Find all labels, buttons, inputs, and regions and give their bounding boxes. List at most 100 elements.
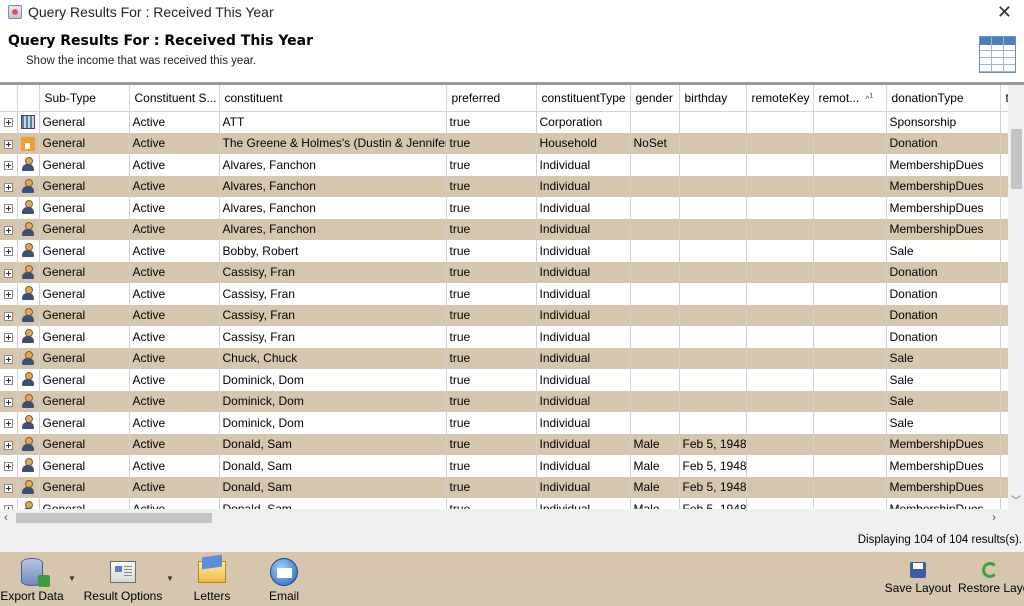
restore-layout-button[interactable]: Restore Layo — [956, 552, 1024, 606]
table-row[interactable]: General Active Bobby, Robert true Individual… — [0, 240, 1008, 262]
cell-sub-type: General — [39, 433, 130, 455]
table-row[interactable]: General Active Alvares, Fanchon true Individ… — [0, 154, 1008, 176]
table-row[interactable]: General Active Chuck, Chuck true Individual S… — [0, 347, 1008, 369]
cell-constituent: Bobby, Robert — [219, 240, 447, 262]
expand-cell[interactable] — [0, 433, 18, 455]
expand-plus-icon[interactable] — [3, 462, 13, 472]
expand-cell[interactable] — [0, 347, 18, 369]
column-header-constituent-status[interactable]: Constituent S... — [129, 85, 220, 112]
table-row[interactable]: General Active Cassisy, Fran true Individual… — [0, 261, 1008, 283]
expand-plus-icon[interactable] — [3, 354, 13, 364]
table-row[interactable]: General Active Dominick, Dom true Individual… — [0, 369, 1008, 391]
expand-plus-icon[interactable] — [3, 311, 13, 321]
table-row[interactable]: General Active Donald, Sam true Individual Ma… — [0, 498, 1008, 509]
expand-plus-icon[interactable] — [3, 204, 13, 214]
expand-cell[interactable] — [0, 111, 18, 133]
table-row[interactable]: General Active Donald, Sam true Individual Ma… — [0, 455, 1008, 477]
cell-remot — [813, 111, 887, 133]
column-header-birthday[interactable]: birthday — [679, 85, 747, 112]
cell-gender — [630, 369, 680, 391]
expand-cell[interactable] — [0, 283, 18, 305]
email-button[interactable]: Email — [260, 552, 308, 606]
export-dropdown-icon[interactable]: ▼ — [68, 574, 76, 583]
column-header-t[interactable]: t — [1000, 85, 1008, 112]
letters-button[interactable]: Letters — [186, 552, 238, 606]
expand-cell[interactable] — [0, 476, 18, 498]
horizontal-scroll-thumb[interactable] — [16, 513, 212, 523]
expand-cell[interactable] — [0, 455, 18, 477]
expand-plus-icon[interactable] — [3, 419, 13, 429]
cell-remot — [813, 283, 887, 305]
table-row[interactable]: General Active Alvares, Fanchon true Individ… — [0, 218, 1008, 240]
scroll-down-icon[interactable]: ﹀ — [1011, 492, 1021, 507]
cell-preferred: true — [446, 369, 537, 391]
cell-remot — [813, 154, 887, 176]
cell-donation-type: MembershipDues — [886, 433, 1001, 455]
table-row[interactable]: General Active Cassisy, Fran true Individual… — [0, 326, 1008, 348]
cell-birthday — [679, 390, 747, 412]
expand-plus-icon[interactable] — [3, 118, 13, 128]
type-icon-cell — [17, 390, 40, 412]
column-header-gender[interactable]: gender — [630, 85, 680, 112]
expand-plus-icon[interactable] — [3, 440, 13, 450]
table-row[interactable]: General Active Donald, Sam true Individual Ma… — [0, 433, 1008, 455]
expand-cell[interactable] — [0, 412, 18, 434]
expand-cell[interactable] — [0, 132, 18, 154]
type-icon-cell — [17, 369, 40, 391]
expand-cell[interactable] — [0, 326, 18, 348]
expand-cell[interactable] — [0, 218, 18, 240]
expand-plus-icon[interactable] — [3, 182, 13, 192]
result-options-dropdown-icon[interactable]: ▼ — [166, 574, 174, 583]
result-options-button[interactable]: Result Options — [80, 552, 166, 606]
vertical-scrollbar[interactable]: ﹀ — [1008, 85, 1024, 509]
table-row[interactable]: General Active Cassisy, Fran true Individual… — [0, 304, 1008, 326]
expand-cell[interactable] — [0, 175, 18, 197]
vertical-scroll-thumb[interactable] — [1011, 129, 1022, 189]
expand-plus-icon[interactable] — [3, 397, 13, 407]
horizontal-scrollbar[interactable]: ‹ › — [0, 509, 1008, 526]
expand-plus-icon[interactable] — [3, 376, 13, 386]
column-header-remot[interactable]: remot... ^1 — [813, 85, 887, 112]
column-header-constituent-type[interactable]: constituentType — [536, 85, 631, 112]
column-header-sub-type[interactable]: Sub-Type — [39, 85, 130, 112]
column-header-constituent[interactable]: constituent — [219, 85, 447, 112]
table-row[interactable]: General Active Dominick, Dom true Individual… — [0, 412, 1008, 434]
type-icon-cell — [17, 283, 40, 305]
close-icon[interactable]: ✕ — [997, 2, 1012, 23]
expand-cell[interactable] — [0, 154, 18, 176]
table-row[interactable]: General Active Alvares, Fanchon true Individ… — [0, 175, 1008, 197]
expand-cell[interactable] — [0, 369, 18, 391]
expand-cell[interactable] — [0, 197, 18, 219]
table-row[interactable]: General Active Cassisy, Fran true Individual… — [0, 283, 1008, 305]
expand-plus-icon[interactable] — [3, 290, 13, 300]
cell-t — [1000, 498, 1008, 509]
expand-plus-icon[interactable] — [3, 247, 13, 257]
cell-remot — [813, 455, 887, 477]
expand-plus-icon[interactable] — [3, 225, 13, 235]
column-header-donation-type[interactable]: donationType — [886, 85, 1001, 112]
letters-label: Letters — [193, 589, 231, 603]
column-header-preferred[interactable]: preferred — [446, 85, 537, 112]
scroll-left-icon[interactable]: ‹ — [4, 510, 8, 524]
save-layout-button[interactable]: Save Layout — [884, 552, 952, 606]
table-row[interactable]: General Active Donald, Sam true Individual Ma… — [0, 476, 1008, 498]
table-row[interactable]: General Active The Greene & Holmes's (Dust… — [0, 132, 1008, 154]
expand-plus-icon[interactable] — [3, 139, 13, 149]
table-row[interactable]: General Active Dominick, Dom true Individual… — [0, 390, 1008, 412]
cell-birthday — [679, 111, 747, 133]
expand-cell[interactable] — [0, 261, 18, 283]
expand-plus-icon[interactable] — [3, 333, 13, 343]
export-data-button[interactable]: Export Data — [0, 552, 64, 606]
expand-plus-icon[interactable] — [3, 268, 13, 278]
table-row[interactable]: General Active ATT true Corporation Sponsorsh… — [0, 111, 1008, 133]
table-row[interactable]: General Active Alvares, Fanchon true Individ… — [0, 197, 1008, 219]
expand-cell[interactable] — [0, 304, 18, 326]
expand-cell[interactable] — [0, 240, 18, 262]
expand-cell[interactable] — [0, 390, 18, 412]
expand-plus-icon[interactable] — [3, 483, 13, 493]
expand-plus-icon[interactable] — [3, 161, 13, 171]
expand-cell[interactable] — [0, 498, 18, 509]
type-icon-cell — [17, 347, 40, 369]
column-header-remote-key[interactable]: remoteKey — [746, 85, 814, 112]
scroll-right-icon[interactable]: › — [992, 510, 996, 524]
